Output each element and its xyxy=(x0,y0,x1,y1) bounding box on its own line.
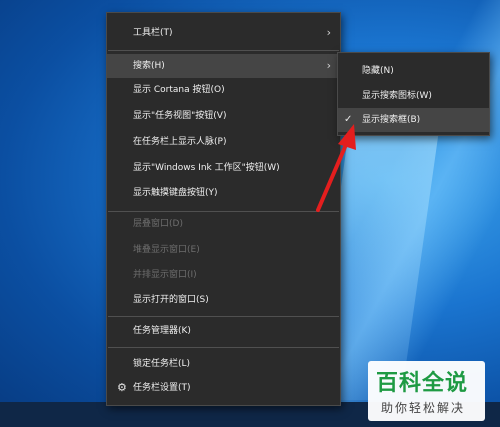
arrow-head xyxy=(338,124,356,150)
watermark-badge: 百科全说 助你轻松解决 xyxy=(368,361,485,421)
arrow-shaft xyxy=(316,138,350,212)
watermark-title: 百科全说 xyxy=(376,371,469,396)
watermark-subtitle: 助你轻松解决 xyxy=(381,401,466,415)
